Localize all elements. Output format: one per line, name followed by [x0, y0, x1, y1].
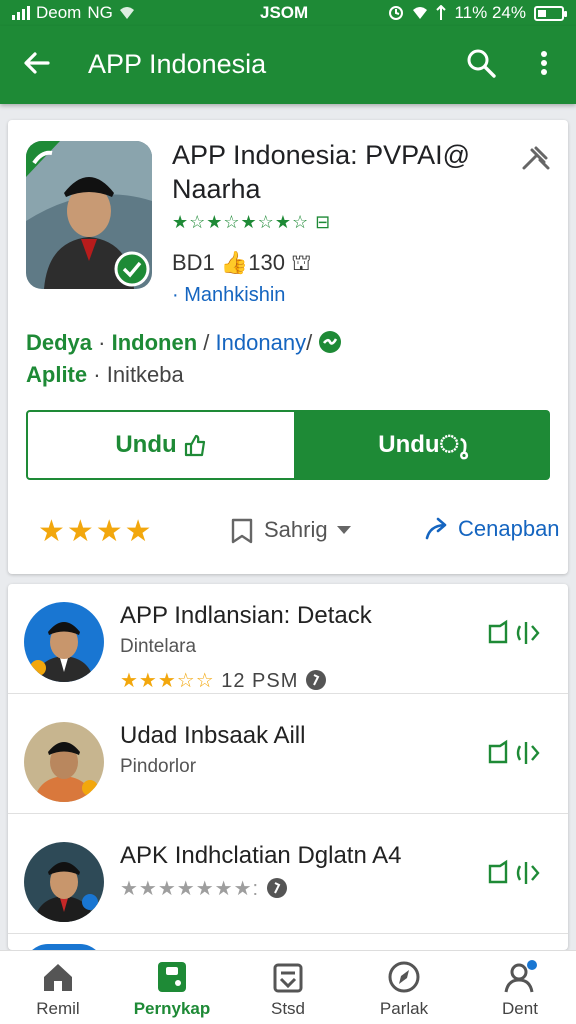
list-item[interactable]: APP Indlansian: Detack Dintelara ★★★☆☆ 1…	[8, 584, 568, 694]
nav-label: Pernykap	[133, 999, 211, 1018]
list-item-extra: 12 PSM	[221, 670, 299, 692]
meta-sep: ·	[98, 330, 106, 355]
nav-label: Stsd	[270, 999, 306, 1018]
wifi-strength-icon	[413, 7, 428, 19]
meta-sep: /	[306, 330, 313, 355]
card-rating-stars[interactable]: ★★★★	[38, 514, 154, 549]
wifi-icon	[119, 7, 134, 19]
list-item-title: Udad Inbsaak Aill	[120, 722, 306, 749]
meta-sep: ·	[93, 362, 101, 387]
publish-link[interactable]: Cenapban	[424, 516, 560, 542]
compass-icon	[388, 961, 420, 993]
battery-percent: 11% 24%	[454, 3, 526, 22]
nav-item-apps[interactable]: Pernykap	[124, 959, 220, 1019]
app-icon	[26, 141, 152, 289]
nav-item-explore[interactable]: Parlak	[356, 959, 452, 1019]
battery-icon	[534, 5, 567, 21]
meta-line-1: Dedya · Indonen / Indonany/	[26, 330, 342, 356]
related-apps-list: APP Indlansian: Detack Dintelara ★★★☆☆ 1…	[8, 584, 568, 950]
download-primary-label: Unduു	[378, 431, 468, 458]
bookmark-icon	[231, 518, 253, 544]
list-item-title: APP Indlansian: Detack	[120, 602, 372, 629]
app-name: APP Indonesia: PVPAI@ Naarha	[172, 140, 471, 204]
meta-tag-d[interactable]: Aplite	[26, 362, 87, 387]
verified-icon	[319, 331, 342, 353]
home-icon	[44, 964, 72, 991]
info-icon	[266, 878, 287, 898]
nav-item-home[interactable]: Remil	[10, 959, 106, 1019]
download-outline-label: Undu	[115, 431, 177, 458]
list-item-subtitle: Pindorlor	[120, 756, 197, 777]
avatar	[24, 842, 104, 922]
data-arrow-icon	[436, 5, 447, 20]
download-outline-button[interactable]: Undu	[26, 410, 296, 480]
network-label: NG	[87, 3, 113, 22]
chevron-down-icon	[336, 526, 351, 534]
list-item-subtitle: Dintelara	[120, 636, 197, 657]
meta-tag-b[interactable]: Indonen	[112, 330, 198, 355]
nav-label: Parlak	[379, 999, 429, 1018]
list-item-title: APK Indhclatian Dglatn A4	[120, 842, 402, 869]
meta-line-2: Aplite · Initkeba	[26, 362, 184, 388]
account-icon	[504, 960, 537, 993]
nav-label: Remil	[36, 999, 80, 1018]
list-item[interactable]: Udad Inbsaak Aill Pindorlor	[8, 704, 568, 814]
app-rating-stars: ★☆★☆★☆★☆ ⊟	[172, 212, 332, 232]
search-icon[interactable]	[464, 46, 498, 80]
download-count: BD1 👍130 ⛫	[172, 250, 312, 275]
share-dropdown[interactable]: Sahrig	[228, 516, 352, 544]
download-primary-button[interactable]: Unduു	[296, 410, 550, 480]
meta-sep: /	[203, 330, 210, 355]
app-bar: APP Indonesia	[0, 26, 576, 104]
apps-folder-icon	[158, 962, 186, 992]
card-action-row: ★★★★ Sahrig Cenapban	[8, 510, 568, 560]
avatar	[24, 602, 104, 682]
thumbs-up-icon	[184, 434, 205, 457]
nav-item-store[interactable]: Stsd	[240, 959, 336, 1019]
status-bar: Deom NG JSOM 11% 24%	[0, 0, 576, 26]
carrier-label: Deom	[36, 3, 82, 22]
store-icon	[273, 963, 303, 993]
signal-icon	[12, 6, 30, 20]
install-actions-icon[interactable]	[486, 618, 550, 648]
install-actions-icon[interactable]	[486, 738, 550, 768]
publisher-link[interactable]: · Manhkishin	[172, 284, 285, 307]
nav-label: Dent	[502, 999, 538, 1018]
share-label: Sahrig	[264, 517, 328, 542]
app-bar-title: APP Indonesia	[88, 49, 267, 79]
back-arrow-icon[interactable]	[20, 46, 54, 80]
bottom-navigation: Remil Pernykap Stsd Parlak Dent	[0, 950, 576, 1024]
list-item[interactable]: APK Indhclatian Dglatn A4 ★★★★★★★:	[8, 824, 568, 934]
list-item-rating: ★★★☆☆ 12 PSM	[120, 668, 327, 693]
nav-item-account[interactable]: Dent	[472, 959, 568, 1019]
avatar	[24, 722, 104, 802]
alarm-icon	[389, 6, 404, 20]
info-icon	[305, 670, 326, 690]
pin-icon[interactable]	[518, 142, 552, 176]
app-detail-card: APP Indonesia: PVPAI@ Naarha ★☆★☆★☆★☆ ⊟ …	[8, 120, 568, 574]
install-actions-icon[interactable]	[486, 858, 550, 888]
meta-tag-e: Initkeba	[106, 362, 184, 387]
publish-label: Cenapban	[458, 516, 560, 541]
list-item-rating: ★★★★★★★:	[120, 876, 288, 901]
more-vert-icon[interactable]	[530, 46, 558, 80]
clock: JSOM	[260, 3, 309, 22]
meta-tag-c[interactable]: Indonany	[216, 330, 307, 355]
meta-tag-a[interactable]: Dedya	[26, 330, 92, 355]
share-arrow-icon	[425, 517, 447, 540]
